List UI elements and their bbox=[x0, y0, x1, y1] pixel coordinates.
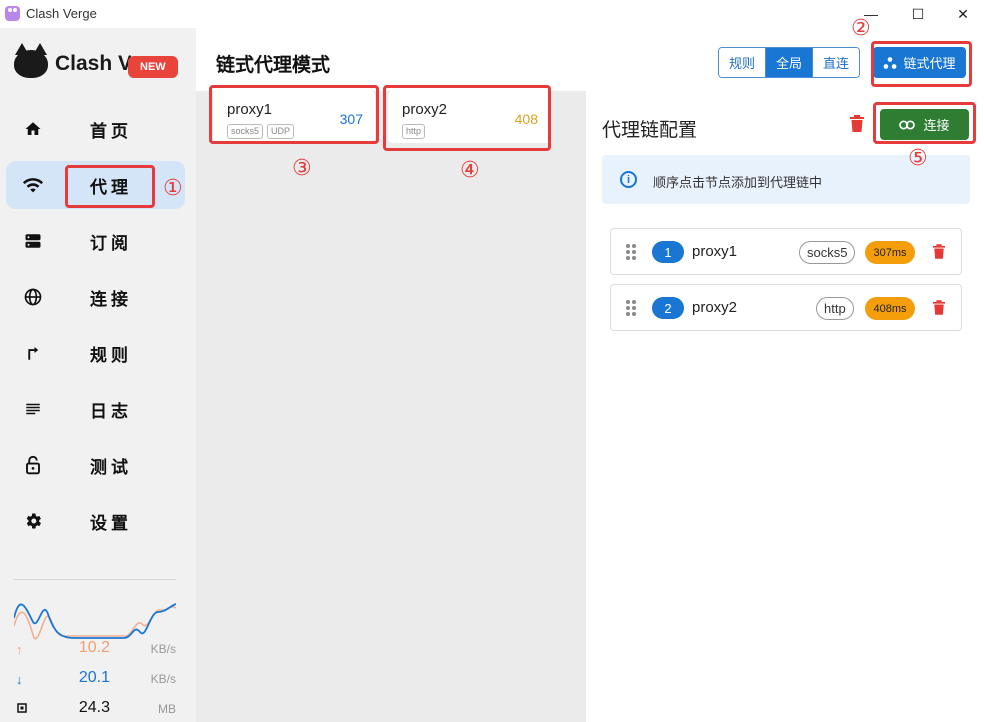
storage-icon bbox=[22, 230, 44, 252]
chain-item[interactable]: 2 proxy2 http 408ms bbox=[610, 284, 962, 331]
divider bbox=[14, 579, 176, 580]
lock-icon bbox=[22, 454, 44, 476]
delete-item-icon[interactable] bbox=[933, 300, 945, 315]
delete-item-icon[interactable] bbox=[933, 244, 945, 259]
highlight-box-2 bbox=[871, 41, 972, 87]
lines-icon bbox=[22, 398, 44, 420]
mode-rule-button[interactable]: 规则 bbox=[719, 48, 767, 77]
memory-stat: 24.3 MB bbox=[14, 699, 176, 721]
app-logo-icon bbox=[5, 6, 20, 21]
proxy-type-chip: socks5 bbox=[799, 241, 856, 264]
info-text: 顺序点击节点添加到代理链中 bbox=[653, 175, 823, 190]
close-button[interactable]: ✕ bbox=[940, 0, 984, 28]
sidebar-item-label: 首页 bbox=[90, 121, 132, 141]
sidebar-item-label: 测试 bbox=[90, 457, 132, 477]
window-title: Clash Verge bbox=[26, 6, 97, 21]
sidebar-item-connections[interactable]: 连接 bbox=[6, 273, 185, 321]
download-unit: KB/s bbox=[150, 672, 176, 686]
proxy-type-chip: http bbox=[816, 297, 854, 320]
cat-logo-icon bbox=[14, 43, 48, 78]
sidebar-item-settings[interactable]: 设置 bbox=[6, 497, 185, 545]
annotation-number-1: ① bbox=[163, 175, 183, 200]
drag-handle-icon[interactable] bbox=[625, 299, 637, 317]
delay-chip: 408ms bbox=[865, 297, 915, 320]
delete-chain-icon[interactable] bbox=[850, 115, 864, 132]
logo-text: Clash Verge bbox=[55, 52, 131, 75]
highlight-box-1 bbox=[65, 165, 155, 208]
annotation-number-2: ② bbox=[851, 15, 871, 40]
annotation-number-5: ⑤ bbox=[908, 145, 928, 170]
mode-direct-button[interactable]: 直连 bbox=[813, 48, 860, 77]
mode-global-button[interactable]: 全局 bbox=[766, 48, 814, 77]
highlight-box-3 bbox=[209, 85, 379, 144]
mode-toggle-group: 规则 全局 直连 bbox=[718, 47, 861, 78]
memory-value: 24.3 bbox=[78, 699, 110, 716]
page-title: 链式代理模式 bbox=[216, 55, 331, 76]
download-stat: ↓ 20.1 KB/s bbox=[14, 669, 176, 691]
chain-item[interactable]: 1 proxy1 socks5 307ms bbox=[610, 228, 962, 275]
sidebar-item-label: 订阅 bbox=[90, 233, 132, 253]
chain-config-title: 代理链配置 bbox=[602, 120, 698, 141]
maximize-button[interactable]: ☐ bbox=[895, 0, 941, 28]
gear-icon bbox=[22, 510, 44, 532]
upload-stat: ↑ 10.2 KB/s bbox=[14, 639, 176, 661]
new-badge: NEW bbox=[128, 56, 178, 78]
sidebar-item-label: 设置 bbox=[90, 513, 132, 533]
home-icon bbox=[22, 118, 44, 140]
chain-item-name: proxy2 bbox=[692, 299, 738, 316]
sidebar-item-test[interactable]: 测试 bbox=[6, 441, 185, 489]
download-value: 20.1 bbox=[78, 669, 110, 686]
sidebar-item-label: 规则 bbox=[90, 345, 132, 365]
title-bar: Clash Verge — ☐ ✕ bbox=[0, 0, 984, 28]
sidebar-item-home[interactable]: 首页 bbox=[6, 105, 185, 153]
chain-index-badge: 1 bbox=[652, 241, 684, 263]
proxy-list: proxy1 socks5 UDP 307 proxy2 http 408 bbox=[196, 91, 586, 722]
highlight-box-5 bbox=[873, 102, 976, 144]
sidebar: Clash Verge NEW 首页 代理 订阅 连接 规则 日志 bbox=[0, 28, 196, 722]
chain-config-panel: 代理链配置 连接 i 顺序点击节点添加到代理链中 1 proxy1 socks5… bbox=[586, 91, 984, 722]
wifi-icon bbox=[22, 174, 44, 196]
annotation-number-4: ④ bbox=[460, 157, 480, 182]
upload-value: 10.2 bbox=[78, 639, 110, 656]
sidebar-item-label: 日志 bbox=[90, 401, 132, 421]
info-icon: i bbox=[620, 171, 637, 188]
delay-chip: 307ms bbox=[865, 241, 915, 264]
annotation-number-3: ③ bbox=[292, 155, 312, 180]
upload-unit: KB/s bbox=[150, 642, 176, 656]
sidebar-item-label: 连接 bbox=[90, 289, 132, 309]
drag-handle-icon[interactable] bbox=[625, 243, 637, 261]
fork-arrow-icon bbox=[22, 342, 44, 364]
traffic-graph bbox=[14, 603, 176, 640]
highlight-box-4 bbox=[383, 85, 551, 151]
chain-item-name: proxy1 bbox=[692, 243, 738, 260]
sidebar-item-logs[interactable]: 日志 bbox=[6, 385, 185, 433]
globe-icon bbox=[22, 286, 44, 308]
memory-unit: MB bbox=[158, 702, 176, 716]
sidebar-item-rules[interactable]: 规则 bbox=[6, 329, 185, 377]
chain-index-badge: 2 bbox=[652, 297, 684, 319]
sidebar-item-subscription[interactable]: 订阅 bbox=[6, 217, 185, 265]
logo: Clash Verge NEW bbox=[14, 43, 194, 86]
